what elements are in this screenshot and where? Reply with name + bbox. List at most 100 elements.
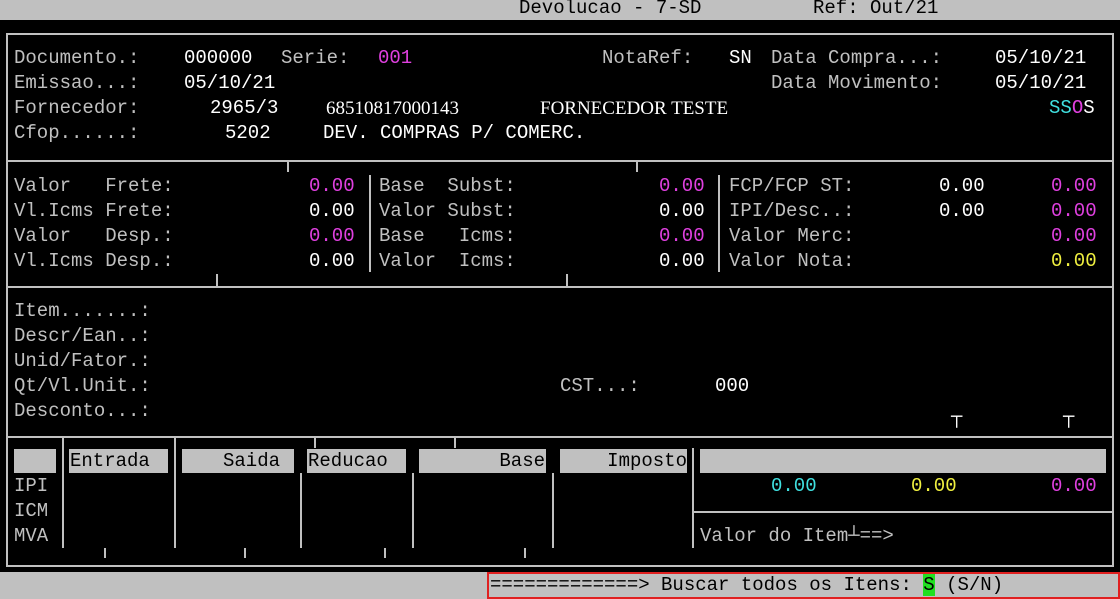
data-movimento-label: Data Movimento: <box>771 72 943 94</box>
base-icms-label: Base Icms: <box>379 225 516 247</box>
notaref-label: NotaRef: <box>602 47 694 69</box>
prompt-text: =============> Buscar todos os Itens: <box>490 574 912 596</box>
tick-mark <box>287 162 289 172</box>
stock-divider <box>694 511 1114 513</box>
column-mark: ┬ <box>951 406 963 428</box>
qt-depos-value: 0.00 <box>771 475 817 497</box>
item-label: Item.......: <box>14 300 151 322</box>
tax-row-ipi: IPI <box>14 475 49 497</box>
tax-row-mva: MVA <box>14 525 49 547</box>
base-subst-value[interactable]: 0.00 <box>659 174 705 199</box>
vl-icms-desp-value[interactable]: 0.00 <box>309 249 355 274</box>
tax-header-saida: Saida <box>182 449 294 473</box>
ipi-desc-value-a[interactable]: 0.00 <box>939 199 985 224</box>
vl-icms-frete-label: Vl.Icms Frete: <box>14 200 174 222</box>
reference-period: Ref: Out/21 <box>813 0 939 19</box>
table-separator <box>412 473 414 548</box>
title-bar: Devolucao - 7-SD Ref: Out/21 <box>0 0 1120 20</box>
valor-desp-value[interactable]: 0.00 <box>309 224 355 249</box>
tax-header-reducao: Reducao <box>307 449 406 473</box>
valor-frete-label: Valor Frete: <box>14 175 174 197</box>
data-compra-label: Data Compra...: <box>771 47 943 69</box>
tax-header-blank <box>14 449 56 473</box>
tick-mark <box>454 438 456 448</box>
confirm-prompt: =============> Buscar todos os Itens: S … <box>487 572 1120 599</box>
emissao-value[interactable]: 05/10/21 <box>184 71 275 96</box>
tick-mark <box>216 274 218 286</box>
table-separator <box>300 473 302 548</box>
cfop-value[interactable]: 5202 <box>225 121 271 146</box>
ipi-desc-value-b[interactable]: 0.00 <box>1051 199 1097 224</box>
fornecedor-code[interactable]: 2965/3 <box>210 96 278 121</box>
prompt-options: (S/N) <box>946 574 1004 596</box>
column-separator <box>718 175 720 272</box>
divider-totals <box>6 286 1114 288</box>
stock-header: Qt.Depos Qt.Salao Qt.Troca <box>700 449 1106 544</box>
valor-merc-value: 0.00 <box>1051 225 1097 247</box>
valor-nota-label: Valor Nota: <box>729 250 855 272</box>
fornecedor-cnpj: 68510817000143 <box>326 98 459 119</box>
fcp-value-a[interactable]: 0.00 <box>939 174 985 199</box>
flag-ss: SS <box>1049 97 1072 119</box>
qt-salao-label: Qt.Salao <box>854 498 946 520</box>
fcp-label: FCP/FCP ST: <box>729 175 855 197</box>
ipi-desc-label: IPI/Desc..: <box>729 200 855 222</box>
divider-header <box>6 160 1114 162</box>
flag-s: S <box>1083 97 1095 119</box>
tick-mark <box>384 548 386 558</box>
qt-vl-unit-label: Qt/Vl.Unit.: <box>14 375 151 397</box>
base-subst-label: Base Subst: <box>379 175 516 197</box>
terminal-screen: Documento.: 000000 Serie: 001 NotaRef: S… <box>0 20 1120 572</box>
tax-header-imposto: Imposto <box>560 449 687 473</box>
valor-subst-label: Valor Subst: <box>379 200 516 222</box>
fornecedor-label: Fornecedor: <box>14 97 140 119</box>
status-flags: SSOS <box>1049 96 1095 121</box>
cfop-label: Cfop......: <box>14 122 140 144</box>
cfop-description: DEV. COMPRAS P/ COMERC. <box>323 122 586 144</box>
tick-mark <box>636 162 638 172</box>
cst-label: CST...: <box>560 375 640 397</box>
tick-mark <box>104 548 106 558</box>
valor-item-label: Valor do Item┴==> <box>700 525 894 547</box>
tick-mark <box>314 438 316 448</box>
documento-value[interactable]: 000000 <box>184 46 252 71</box>
emissao-label: Emissao...: <box>14 72 140 94</box>
valor-nota-value: 0.00 <box>1051 250 1097 272</box>
qt-troca-value: 0.00 <box>1051 475 1097 497</box>
fcp-value-b[interactable]: 0.00 <box>1051 174 1097 199</box>
valor-icms-label: Valor Icms: <box>379 250 516 272</box>
data-compra-value[interactable]: 05/10/21 <box>995 46 1086 71</box>
valor-icms-value[interactable]: 0.00 <box>659 249 705 274</box>
divider-item <box>6 436 1114 438</box>
column-separator <box>369 175 371 272</box>
tick-mark <box>524 548 526 558</box>
valor-subst-value[interactable]: 0.00 <box>659 199 705 224</box>
base-icms-value[interactable]: 0.00 <box>659 224 705 249</box>
serie-label: Serie: <box>281 47 350 69</box>
table-separator <box>552 473 554 548</box>
serie-value[interactable]: 001 <box>378 46 412 71</box>
tick-mark <box>244 548 246 558</box>
fornecedor-name: FORNECEDOR TESTE <box>540 98 729 119</box>
data-movimento-value[interactable]: 05/10/21 <box>995 71 1086 96</box>
notaref-value[interactable]: SN <box>729 46 752 71</box>
flag-o: O <box>1071 97 1084 119</box>
vl-icms-frete-value[interactable]: 0.00 <box>309 199 355 224</box>
qt-troca-label: Qt.Troca <box>994 522 1086 544</box>
table-separator <box>692 448 694 548</box>
tick-mark <box>566 274 568 286</box>
cst-value[interactable]: 000 <box>715 374 749 399</box>
valor-desp-label: Valor Desp.: <box>14 225 174 247</box>
tax-row-icm: ICM <box>14 500 49 522</box>
program-title: Devolucao - 7-SD <box>519 0 702 19</box>
column-mark: ┬ <box>1063 406 1075 428</box>
vl-icms-desp-label: Vl.Icms Desp.: <box>14 250 174 272</box>
valor-merc-label: Valor Merc: <box>729 225 855 247</box>
table-separator <box>174 438 176 548</box>
prompt-answer-input[interactable]: S <box>923 574 935 596</box>
table-separator <box>62 438 64 548</box>
unid-fator-label: Unid/Fator.: <box>14 350 151 372</box>
qt-salao-value: 0.00 <box>911 475 957 497</box>
tax-header-entrada: Entrada <box>69 449 168 473</box>
valor-frete-value[interactable]: 0.00 <box>309 174 355 199</box>
